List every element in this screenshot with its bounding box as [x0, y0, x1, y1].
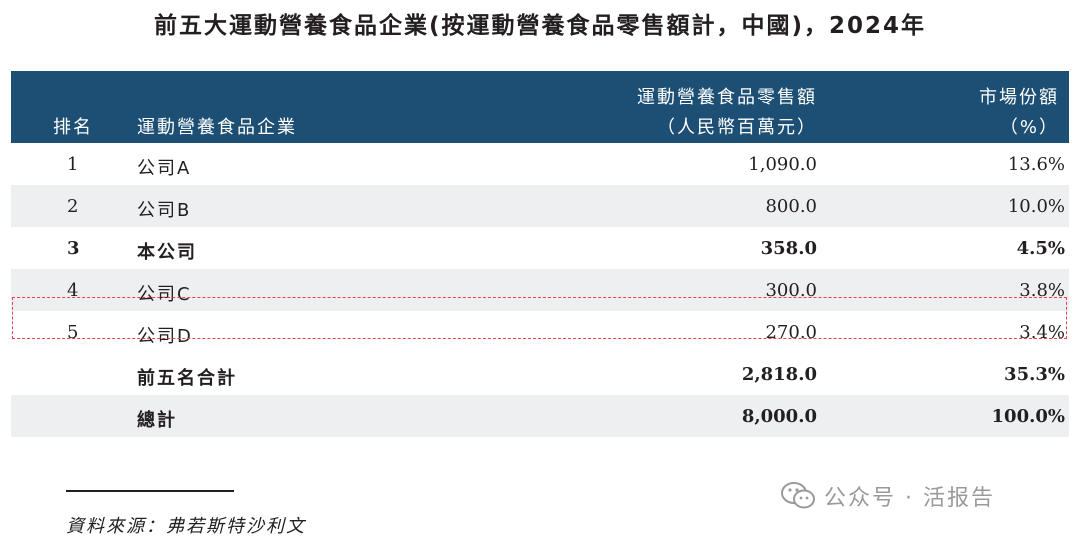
- sales-cell: 1,090.0: [748, 154, 817, 175]
- table-row: 1 公司A 1,090.0 13.6%: [11, 143, 1069, 185]
- header-share-line2: （%）: [999, 117, 1059, 138]
- sales-cell: 270.0: [765, 322, 817, 343]
- company-cell: 公司D: [137, 326, 193, 347]
- table-row: 2 公司B 800.0 10.0%: [11, 185, 1069, 227]
- header-sales-line2: （人民幣百萬元）: [657, 117, 817, 138]
- company-cell: 公司A: [137, 158, 192, 179]
- header-company: 運動營養食品企業: [137, 117, 297, 138]
- share-cell: 4.5%: [1016, 238, 1065, 259]
- source-note: 資料來源：弗若斯特沙利文: [66, 516, 306, 537]
- header-rank: 排名: [53, 117, 93, 138]
- company-cell: 總計: [137, 410, 177, 431]
- share-cell: 35.3%: [1004, 364, 1065, 385]
- rank-cell: 3: [67, 238, 80, 259]
- table-row-subtotal: 前五名合計 2,818.0 35.3%: [11, 353, 1069, 395]
- header-share: 市場份額 （%）: [979, 83, 1059, 143]
- wechat-icon: [780, 481, 816, 511]
- share-cell: 100.0%: [991, 406, 1065, 427]
- share-cell: 3.4%: [1019, 322, 1065, 343]
- rank-cell: 1: [67, 154, 79, 175]
- watermark: 公众号 · 活报告: [780, 480, 995, 512]
- share-cell: 13.6%: [1007, 154, 1065, 175]
- rank-cell: 4: [67, 280, 79, 301]
- watermark-text: 公众号 · 活报告: [824, 486, 995, 511]
- sales-cell: 8,000.0: [741, 406, 817, 427]
- sales-cell: 358.0: [760, 238, 817, 259]
- table-row-total: 總計 8,000.0 100.0%: [11, 395, 1069, 437]
- company-cell: 前五名合計: [137, 368, 237, 389]
- company-cell: 本公司: [137, 242, 197, 263]
- sales-cell: 800.0: [765, 196, 817, 217]
- footnote-rule: [66, 490, 234, 492]
- header-sales-line1: 運動營養食品零售額: [637, 87, 817, 108]
- rank-cell: 5: [67, 322, 79, 343]
- ranking-table: 排名 運動營養食品企業 運動營養食品零售額 （人民幣百萬元） 市場份額 （%） …: [11, 71, 1069, 437]
- share-cell: 10.0%: [1007, 196, 1065, 217]
- table-header: 排名 運動營養食品企業 運動營養食品零售額 （人民幣百萬元） 市場份額 （%）: [11, 71, 1069, 143]
- header-sales: 運動營養食品零售額 （人民幣百萬元）: [637, 83, 817, 143]
- table-title: 前五大運動營養食品企業(按運動營養食品零售額計，中國)，2024年: [153, 13, 927, 39]
- company-cell: 公司B: [137, 200, 192, 221]
- sales-cell: 2,818.0: [741, 364, 817, 385]
- sales-cell: 300.0: [765, 280, 817, 301]
- company-cell: 公司C: [137, 284, 192, 305]
- share-cell: 3.8%: [1019, 280, 1065, 301]
- header-share-line1: 市場份額: [979, 87, 1059, 108]
- table-row: 5 公司D 270.0 3.4%: [11, 311, 1069, 353]
- rank-cell: 2: [67, 196, 79, 217]
- table-row-highlighted: 3 本公司 358.0 4.5%: [11, 227, 1069, 269]
- table-row: 4 公司C 300.0 3.8%: [11, 269, 1069, 311]
